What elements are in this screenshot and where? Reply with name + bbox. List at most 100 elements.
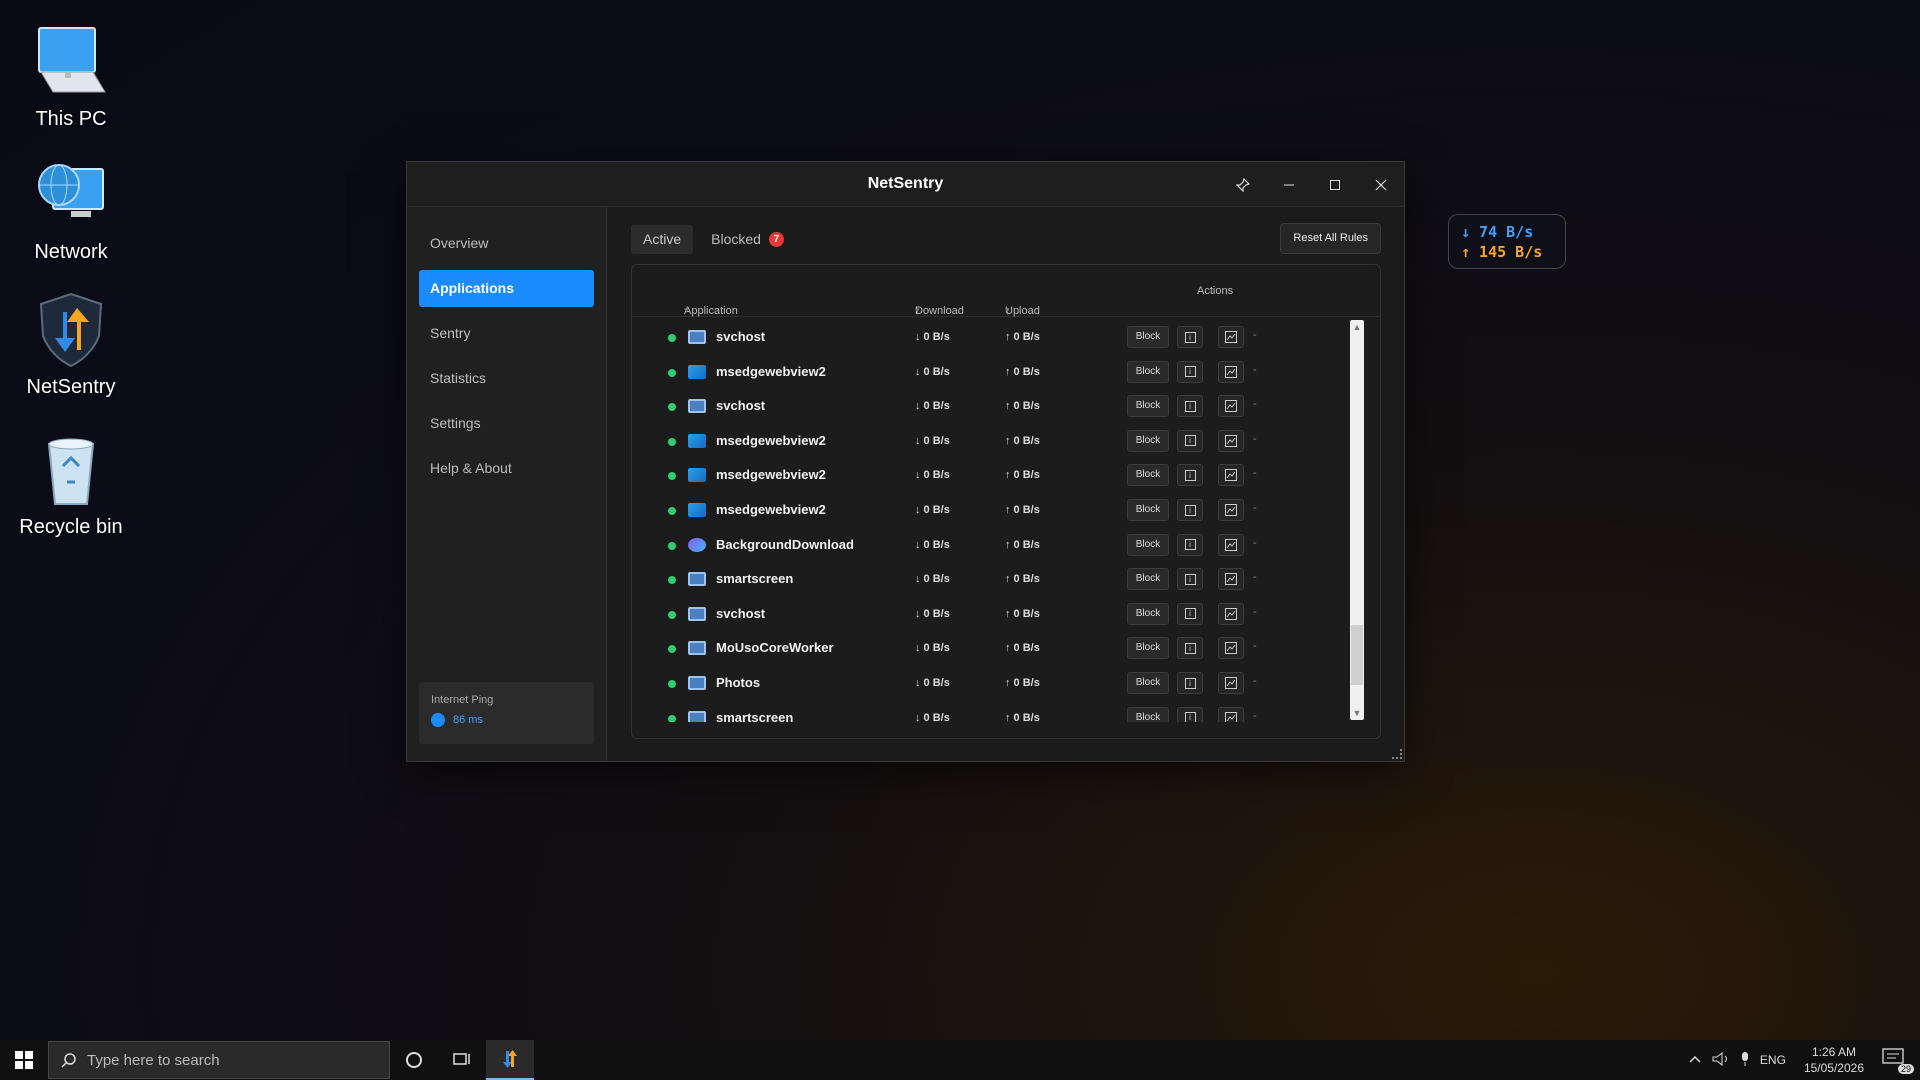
taskbar-netsentry-icon[interactable] [486, 1040, 534, 1080]
scroll-down-icon[interactable]: ▼ [1350, 706, 1364, 720]
table-row[interactable]: svchost ↓ 0 B/s ↑ 0 B/s Block i - [632, 320, 1352, 355]
speed-widget[interactable]: ↓ 74 B/s ↑ 145 B/s [1448, 214, 1566, 269]
upload-rate: ↑ 0 B/s [1005, 642, 1040, 655]
block-button[interactable]: Block [1127, 499, 1169, 521]
info-button[interactable]: i [1177, 637, 1203, 660]
close-button[interactable] [1358, 162, 1404, 207]
status-active-icon [668, 368, 676, 377]
stats-button[interactable] [1218, 360, 1244, 383]
info-button[interactable]: i [1177, 672, 1203, 694]
stats-button[interactable] [1218, 429, 1244, 452]
status-active-icon [668, 610, 676, 619]
sidebar-item-sentry[interactable]: Sentry [419, 315, 594, 352]
tab-blocked[interactable]: Blocked 7 [699, 225, 796, 254]
start-button[interactable] [0, 1040, 48, 1080]
search-icon [61, 1053, 76, 1068]
stats-button[interactable] [1218, 395, 1244, 418]
clock[interactable]: 1:26 AM 15/05/2026 [1804, 1044, 1864, 1076]
desktop-icon-netsentry[interactable]: NetSentry [6, 290, 136, 399]
app-name: Photos [716, 675, 761, 690]
table-row[interactable]: msedgewebview2 ↓ 0 B/s ↑ 0 B/s Block i - [632, 458, 1352, 493]
rule-status: - [1253, 398, 1257, 411]
info-icon: i [1184, 608, 1196, 620]
table-row[interactable]: msedgewebview2 ↓ 0 B/s ↑ 0 B/s Block i - [632, 493, 1352, 528]
reset-all-rules-button[interactable]: Reset All Rules [1280, 223, 1381, 254]
status-active-icon [668, 507, 676, 515]
sidebar-item-settings[interactable]: Settings [419, 405, 594, 442]
column-header-actions: Actions [1197, 285, 1234, 297]
info-button[interactable]: i [1177, 360, 1203, 383]
stats-button[interactable] [1218, 499, 1244, 521]
info-button[interactable]: i [1177, 395, 1203, 418]
block-button[interactable]: Block [1127, 326, 1169, 348]
desktop-icon-network[interactable]: Network [6, 155, 136, 264]
stats-button[interactable] [1218, 568, 1244, 591]
minimize-button[interactable] [1266, 162, 1312, 207]
status-active-icon [668, 576, 676, 585]
language-indicator[interactable]: ENG [1760, 1053, 1786, 1067]
chevron-up-icon[interactable] [1688, 1053, 1702, 1067]
maximize-button[interactable] [1312, 162, 1358, 207]
pin-icon[interactable] [1220, 162, 1266, 207]
table-row[interactable]: svchost ↓ 0 B/s ↑ 0 B/s Block i - [632, 389, 1352, 424]
stats-button[interactable] [1218, 706, 1244, 722]
window-titlebar[interactable]: NetSentry [407, 162, 1404, 207]
stats-button[interactable] [1218, 464, 1244, 487]
download-rate: ↓ 0 B/s [915, 365, 950, 378]
upload-rate: ↑ 0 B/s [1005, 573, 1040, 586]
table-row[interactable]: svchost ↓ 0 B/s ↑ 0 B/s Block i - [632, 597, 1352, 632]
resize-grip-icon[interactable] [1392, 749, 1402, 759]
block-button[interactable]: Block [1127, 395, 1169, 418]
stats-button[interactable] [1218, 637, 1244, 660]
scroll-thumb[interactable] [1351, 625, 1363, 685]
block-button[interactable]: Block [1127, 533, 1169, 556]
notification-center-icon[interactable]: 29 [1882, 1048, 1914, 1074]
table-row[interactable]: msedgewebview2 ↓ 0 B/s ↑ 0 B/s Block i - [632, 424, 1352, 459]
info-button[interactable]: i [1177, 326, 1203, 348]
sidebar-item-overview[interactable]: Overview [419, 225, 594, 262]
status-active-icon [668, 541, 676, 550]
taskbar-search-input[interactable]: Type here to search [48, 1041, 390, 1079]
table-row[interactable]: Photos ↓ 0 B/s ↑ 0 B/s Block i - [632, 666, 1352, 701]
info-button[interactable]: i [1177, 429, 1203, 452]
block-button[interactable]: Block [1127, 429, 1169, 452]
info-button[interactable]: i [1177, 568, 1203, 591]
table-row[interactable]: msedgewebview2 ↓ 0 B/s ↑ 0 B/s Block i - [632, 355, 1352, 390]
stats-button[interactable] [1218, 326, 1244, 348]
cortana-icon[interactable] [390, 1040, 438, 1080]
info-button[interactable]: i [1177, 706, 1203, 722]
sidebar-item-statistics[interactable]: Statistics [419, 360, 594, 397]
table-row[interactable]: smartscreen ↓ 0 B/s ↑ 0 B/s Block i - [632, 701, 1352, 722]
sidebar-item-applications[interactable]: Applications [419, 270, 594, 307]
tab-active[interactable]: Active [631, 225, 694, 254]
desktop-icon-recycle-bin[interactable]: Recycle bin [6, 430, 136, 539]
stats-button[interactable] [1218, 533, 1244, 556]
table-scrollbar[interactable]: ▲ ▼ [1350, 320, 1364, 720]
block-button[interactable]: Block [1127, 568, 1169, 591]
scroll-up-icon[interactable]: ▲ [1350, 320, 1364, 334]
info-icon: i [1184, 400, 1196, 412]
block-button[interactable]: Block [1127, 637, 1169, 660]
task-view-icon[interactable] [438, 1040, 486, 1080]
volume-icon[interactable] [1712, 1051, 1730, 1069]
table-row[interactable]: MoUsoCoreWorker ↓ 0 B/s ↑ 0 B/s Block i … [632, 631, 1352, 666]
table-row[interactable]: BackgroundDownload ↓ 0 B/s ↑ 0 B/s Block… [632, 528, 1352, 563]
block-button[interactable]: Block [1127, 464, 1169, 487]
stats-button[interactable] [1218, 602, 1244, 625]
table-row[interactable]: smartscreen ↓ 0 B/s ↑ 0 B/s Block i - [632, 562, 1352, 597]
microphone-icon[interactable] [1740, 1051, 1750, 1070]
block-button[interactable]: Block [1127, 360, 1169, 383]
download-rate: ↓ 0 B/s [915, 642, 950, 655]
desktop-icon-this-pc[interactable]: This PC [6, 22, 136, 131]
block-button[interactable]: Block [1127, 706, 1169, 722]
stats-button[interactable] [1218, 672, 1244, 694]
window-title: NetSentry [867, 175, 944, 192]
sidebar-item-help-about[interactable]: Help & About [419, 450, 594, 487]
block-button[interactable]: Block [1127, 672, 1169, 694]
block-button[interactable]: Block [1127, 602, 1169, 625]
info-button[interactable]: i [1177, 602, 1203, 625]
info-button[interactable]: i [1177, 499, 1203, 521]
app-name: msedgewebview2 [716, 467, 826, 483]
info-button[interactable]: i [1177, 533, 1203, 556]
info-button[interactable]: i [1177, 464, 1203, 487]
